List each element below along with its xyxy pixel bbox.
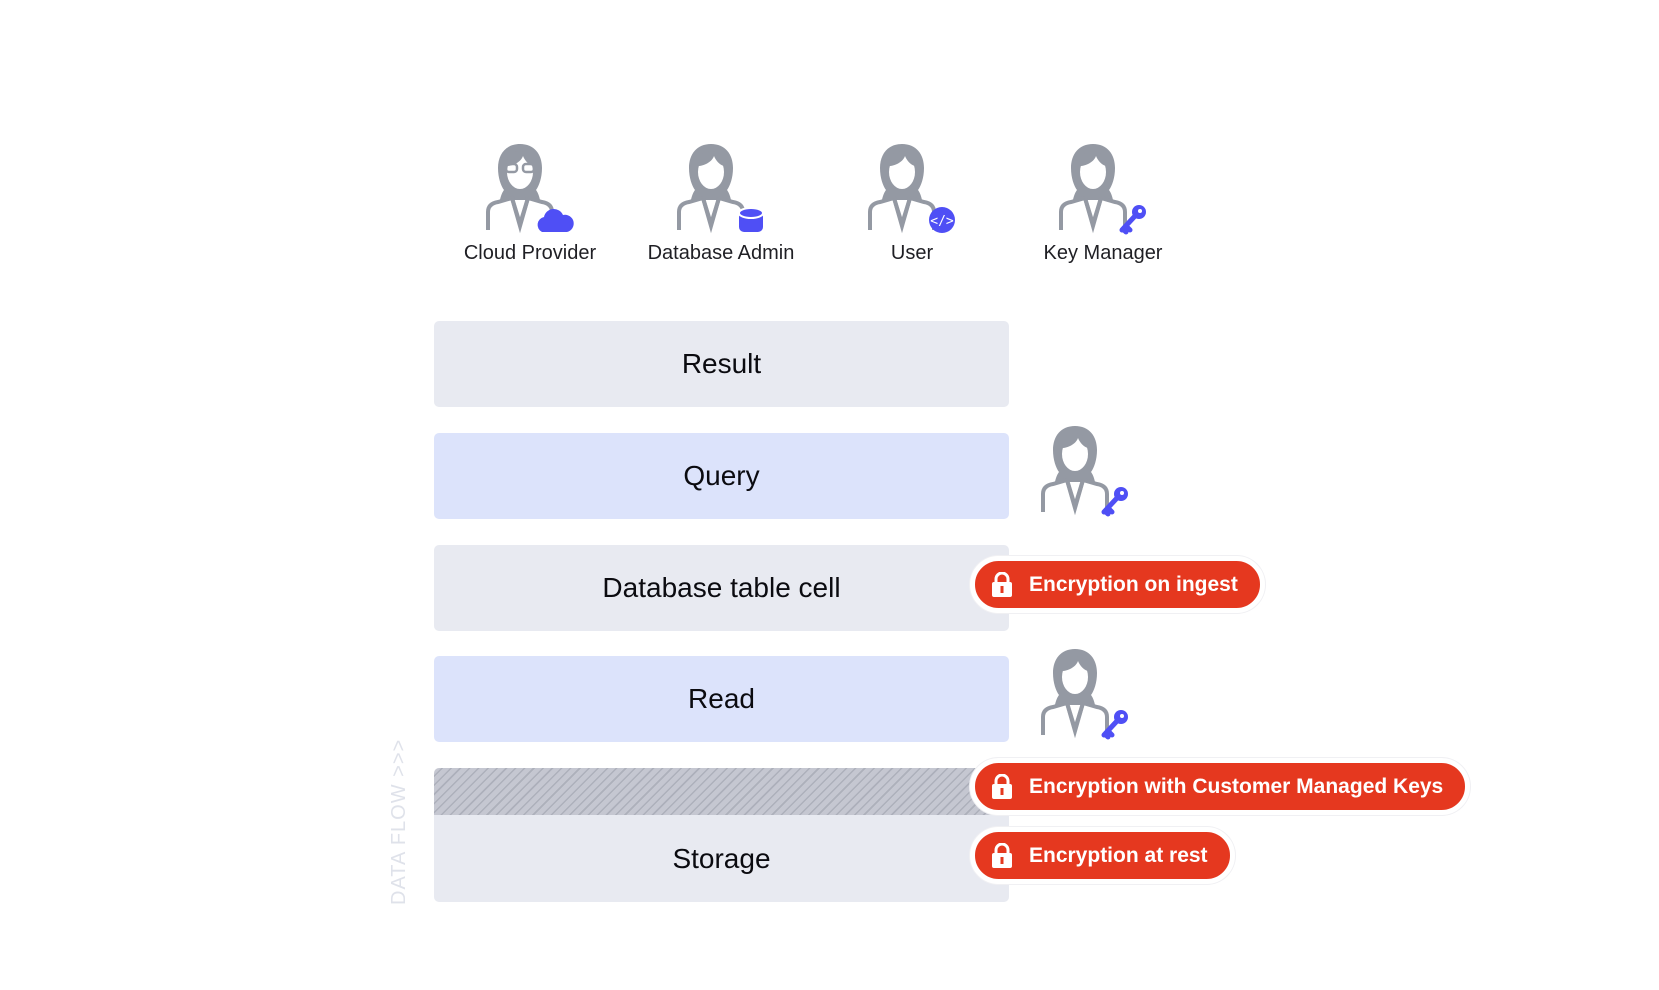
badge-label: Encryption on ingest: [1029, 572, 1238, 596]
user-person-icon: </>: [868, 142, 955, 233]
layer-query: Query: [434, 433, 1009, 519]
role-key-manager: Key Manager: [1013, 136, 1193, 265]
layer-cmk-hatched: [434, 768, 1009, 815]
cloud-provider-person-icon: [486, 142, 574, 232]
code-icon: </>: [929, 207, 955, 233]
role-database-admin: Database Admin: [631, 136, 811, 265]
role-label: User: [890, 242, 934, 264]
cloud-icon: [537, 208, 574, 232]
svg-text:</>: </>: [930, 214, 954, 229]
lock-icon: [991, 842, 1013, 869]
role-label: Database Admin: [647, 242, 795, 264]
database-admin-person-icon: [677, 142, 764, 232]
badge-encryption-on-ingest: Encryption on ingest: [970, 556, 1265, 613]
role-cloud-provider: Cloud Provider: [440, 136, 620, 265]
layer-storage: Storage: [434, 815, 1009, 902]
key-manager-query-icon: [1041, 424, 1135, 518]
badge-label: Encryption with Customer Managed Keys: [1029, 774, 1444, 798]
database-icon: [738, 207, 764, 232]
badge-label: Encryption at rest: [1029, 843, 1208, 867]
badge-encryption-at-rest: Encryption at rest: [970, 827, 1235, 884]
data-flow-label: DATA FLOW >>>: [388, 738, 410, 905]
badge-encryption-cmk: Encryption with Customer Managed Keys: [970, 758, 1471, 815]
layer-database-table-cell: Database table cell: [434, 545, 1009, 631]
role-label: Cloud Provider: [463, 242, 597, 264]
role-user: </> User: [822, 136, 1002, 265]
key-manager-read-icon: [1041, 647, 1135, 741]
key-manager-person-icon: [1059, 142, 1153, 236]
layer-result: Result: [434, 321, 1009, 407]
layer-read: Read: [434, 656, 1009, 742]
lock-icon: [991, 571, 1013, 598]
lock-icon: [991, 773, 1013, 800]
role-label: Key Manager: [1043, 242, 1163, 264]
